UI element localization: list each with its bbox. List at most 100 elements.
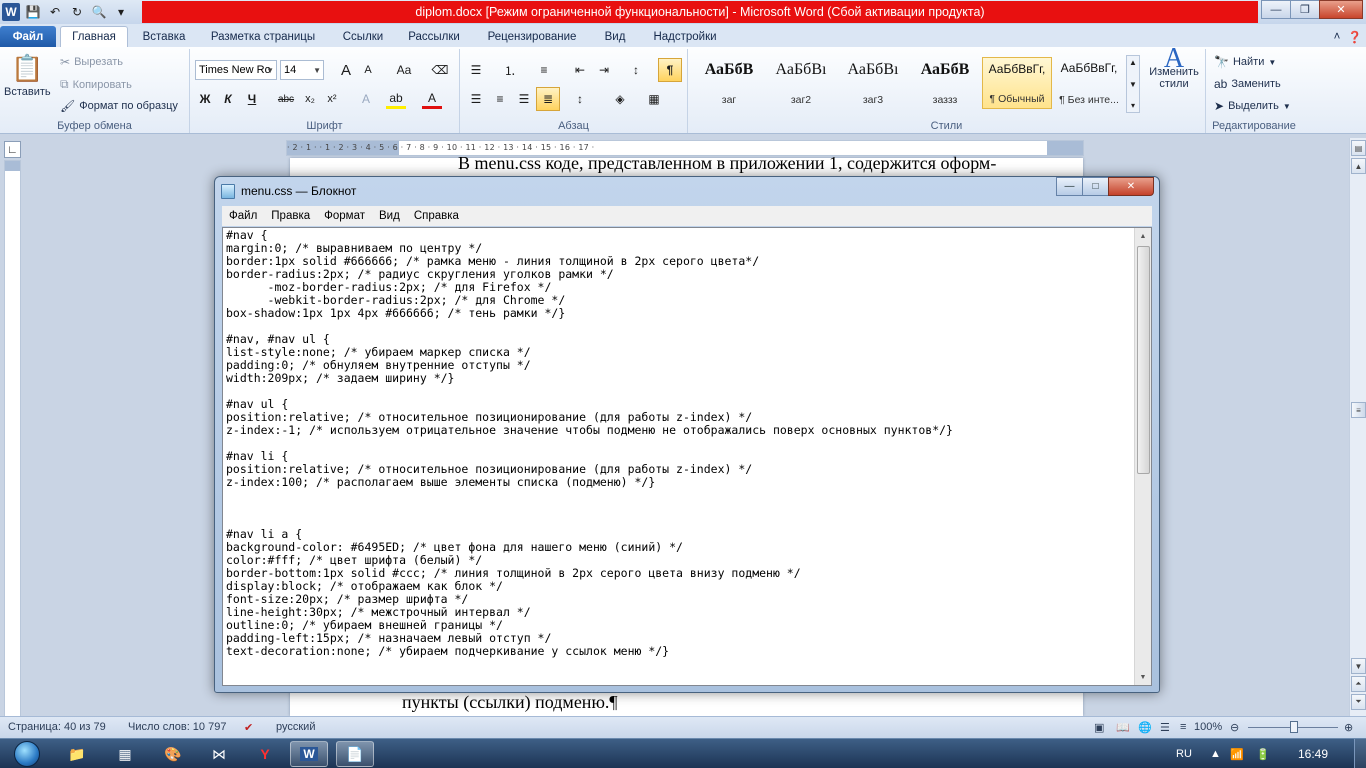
justify-icon[interactable]: ≣ [536,87,560,111]
zoom-thumb[interactable] [1290,721,1298,733]
ruler-toggle-icon[interactable]: ▤ [1351,140,1366,156]
line-spacing-icon[interactable]: ↕ [570,89,590,109]
scroll-down-icon[interactable]: ▼ [1129,80,1137,89]
show-marks-button[interactable]: ¶ [658,58,682,82]
zoom-level[interactable]: 100% [1194,721,1222,733]
tab-references[interactable]: Ссылки [332,26,394,47]
menu-help[interactable]: Справка [407,210,466,222]
menu-file[interactable]: Файл [222,210,264,222]
maximize-icon[interactable]: □ [1082,177,1109,196]
style-heading-zag2[interactable]: АаБбВı заг2 [766,57,836,109]
tab-home[interactable]: Главная [60,26,128,47]
font-size-combobox[interactable]: 14 ▼ [280,60,324,80]
superscript-button[interactable]: x² [322,89,342,109]
style-heading-zag3[interactable]: АаБбВı заг3 [838,57,908,109]
view-print-layout-icon[interactable]: ▣ [1094,721,1104,734]
vertical-ruler[interactable] [4,160,21,720]
visual-studio-icon[interactable]: ⋈ [200,741,238,767]
format-painter-button[interactable]: 🖌 Формат по образцу [60,99,178,113]
align-left-icon[interactable]: ☰ [466,89,486,109]
subscript-button[interactable]: x₂ [300,89,320,109]
proofing-icon[interactable]: ✔ [244,721,253,734]
tab-mailings[interactable]: Рассылки [398,26,470,47]
word-logo-icon[interactable]: W [2,3,20,21]
paint-icon[interactable]: 🎨 [154,741,192,767]
view-outline-icon[interactable]: ☰ [1160,721,1170,734]
yandex-browser-icon[interactable]: Y [246,741,284,767]
close-icon[interactable]: ✕ [1108,177,1154,196]
decrease-indent-icon[interactable]: ⇤ [570,60,590,80]
show-desktop-button[interactable] [1354,739,1366,768]
align-right-icon[interactable]: ☰ [514,89,534,109]
explorer-icon[interactable]: 📁 [58,741,96,767]
align-center-icon[interactable]: ≡ [490,89,510,109]
next-page-icon[interactable]: ⏷ [1351,694,1366,710]
cut-button[interactable]: ✂ Вырезать [60,55,123,69]
zoom-out-icon[interactable]: ⊖ [1230,721,1239,734]
paste-button[interactable]: 📋 Вставить [4,53,51,98]
underline-button[interactable]: Ч [242,89,262,109]
battery-icon[interactable]: 🔋 [1256,739,1270,768]
sort-icon[interactable]: ↕ [626,60,646,80]
view-reading-icon[interactable]: 📖 [1116,721,1130,734]
zoom-in-icon[interactable]: ⊕ [1344,721,1353,734]
scroll-up-icon[interactable]: ▲ [1351,158,1366,174]
tab-file[interactable]: Файл [0,26,56,47]
style-no-spacing[interactable]: АаБбВвГг, ¶ Без инте... [1054,57,1124,109]
highlight-icon[interactable]: ab [386,89,406,109]
font-color-button[interactable]: A [422,89,442,109]
tab-page-layout[interactable]: Разметка страницы [200,26,326,47]
style-normal[interactable]: АаБбВвГг, ¶ Обычный [982,57,1052,109]
scroll-thumb[interactable] [1137,246,1150,474]
scroll-down-icon[interactable]: ▼ [1351,658,1366,674]
minimize-icon[interactable]: — [1261,0,1291,19]
menu-view[interactable]: Вид [372,210,407,222]
notepad-scrollbar[interactable]: ▲ ▼ [1134,228,1151,685]
menu-format[interactable]: Формат [317,210,372,222]
tab-selector[interactable]: ∟ [4,141,21,158]
clear-format-icon[interactable]: ⌫ [430,60,450,80]
tab-view[interactable]: Вид [594,26,636,47]
word-count[interactable]: Число слов: 10 797 [128,721,226,733]
input-language[interactable]: RU [1176,739,1192,768]
select-button[interactable]: ➤ Выделить ▼ [1214,99,1291,113]
save-icon[interactable]: 💾 [24,3,42,21]
tray-arrow-icon[interactable]: ▲ [1210,739,1221,768]
shrink-font-button[interactable]: A [358,60,378,80]
scroll-thumb[interactable]: ≡ [1351,402,1366,418]
grow-font-button[interactable]: A [336,60,356,80]
copy-button[interactable]: ⧉ Копировать [60,77,132,92]
shading-icon[interactable]: ◈ [610,89,630,109]
restore-icon[interactable]: ❐ [1290,0,1320,19]
undo-icon[interactable]: ↶ [46,3,64,21]
print-preview-icon[interactable]: 🔍 [90,3,108,21]
borders-icon[interactable]: ▦ [644,89,664,109]
minimize-icon[interactable]: — [1056,177,1083,196]
menu-edit[interactable]: Правка [264,210,317,222]
bullets-icon[interactable]: ☰ [466,60,486,80]
language[interactable]: русский [276,721,315,733]
notepad-text-area[interactable]: #nav { margin:0; /* выравниваем по центр… [222,227,1152,686]
word-taskbar-icon[interactable]: W [290,741,328,767]
css-code[interactable]: #nav { margin:0; /* выравниваем по центр… [226,229,953,658]
prev-page-icon[interactable]: ⏶ [1351,676,1366,692]
tab-insert[interactable]: Вставка [132,26,196,47]
page-count[interactable]: Страница: 40 из 79 [8,721,106,733]
find-button[interactable]: 🔭 Найти ▼ [1214,55,1276,69]
replace-button[interactable]: ab Заменить [1214,77,1281,91]
increase-indent-icon[interactable]: ⇥ [594,60,614,80]
redo-icon[interactable]: ↻ [68,3,86,21]
tab-review[interactable]: Рецензирование [476,26,588,47]
more-styles-icon[interactable]: ▾ [1131,101,1135,110]
strikethrough-button[interactable]: abc [276,89,296,109]
font-name-combobox[interactable]: Times New Ro ▼ [195,60,277,80]
start-button[interactable] [4,739,50,768]
scroll-down-icon[interactable]: ▼ [1135,669,1151,685]
document-scrollbar[interactable]: ▤ ▲ ≡ ▼ ⏶ ⏷ [1349,138,1366,716]
network-icon[interactable]: 📶 [1230,739,1244,768]
scroll-up-icon[interactable]: ▲ [1129,58,1137,67]
bold-button[interactable]: Ж [195,89,215,109]
customize-qat-icon[interactable]: ▾ [112,3,130,21]
view-draft-icon[interactable]: ≡ [1180,721,1186,733]
multilevel-list-icon[interactable]: ≡ [534,60,554,80]
